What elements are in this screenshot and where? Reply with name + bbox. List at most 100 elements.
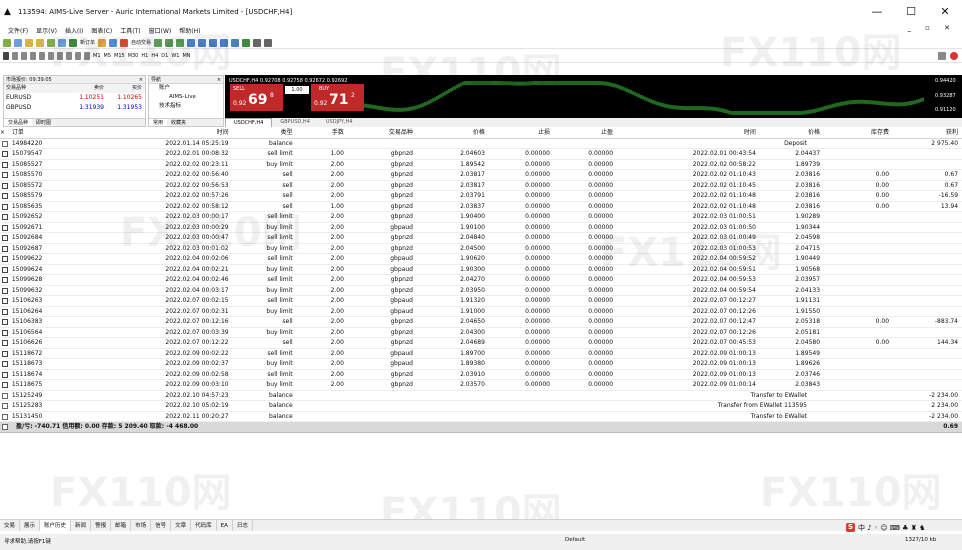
header-sl[interactable]: 止损 — [487, 128, 552, 138]
close-button[interactable]: ✕ — [928, 0, 962, 24]
header-order[interactable]: 订单 — [12, 128, 61, 138]
fibonacci-icon[interactable] — [57, 52, 63, 60]
table-row[interactable]: 15118673 2022.02.09 00:02:37 buy limit 2.00… — [0, 359, 962, 370]
ime-toolbar[interactable]: S 中 ♪ ◦ ☺ ⌨ ♣ ♜ ♞ — [846, 523, 925, 533]
table-row[interactable]: 15085579 2022.02.02 00:57:26 sell 2.00 gbpnz… — [0, 191, 962, 202]
menu-window[interactable]: 窗口(W) — [149, 26, 172, 35]
zoom-out-icon[interactable] — [198, 38, 207, 47]
nav-item-accounts[interactable]: 账户 — [159, 84, 223, 93]
tester-icon[interactable] — [58, 38, 66, 47]
terminal-close-icon[interactable]: × — [0, 128, 12, 138]
templates-icon[interactable] — [264, 38, 273, 47]
text-label-icon[interactable] — [75, 52, 81, 60]
table-row[interactable]: 15118675 2022.02.09 00:03:10 buy limit 2.00… — [0, 380, 962, 391]
timeframe-mn[interactable]: MN — [182, 53, 190, 59]
cursor-icon[interactable] — [3, 52, 9, 60]
close-icon[interactable]: × — [217, 76, 221, 84]
table-row[interactable]: 15125249 2022.02.10 04:57:23 balance -2 234… — [0, 391, 962, 401]
table-row[interactable]: 14984220 2022.01.14 05:25:19 balance 2 975.… — [0, 139, 962, 149]
trendline-icon[interactable] — [39, 52, 45, 60]
header-symbol[interactable]: 交易品种 — [346, 128, 415, 138]
terminal-tab[interactable]: 警报 — [91, 520, 112, 531]
header-tp[interactable]: 止盈 — [552, 128, 615, 138]
community-icon[interactable] — [950, 52, 958, 60]
table-row[interactable]: 15131450 2022.02.11 00:20:27 balance -2 234… — [0, 412, 962, 422]
terminal-tab[interactable]: 交易 — [0, 520, 21, 531]
bar-chart-icon[interactable] — [154, 38, 163, 47]
chart-shift-icon[interactable] — [231, 38, 240, 47]
signals-icon[interactable] — [109, 38, 118, 47]
terminal-tab[interactable]: 代码库 — [191, 520, 217, 531]
chart-tab-usdjpy[interactable]: USDJPY,H4 — [318, 118, 361, 127]
table-row[interactable]: 15092652 2022.02.03 00:00:17 sell limit 2.0… — [0, 212, 962, 223]
table-row[interactable]: 15125283 2022.02.10 05:02:19 balance 2 234.… — [0, 401, 962, 412]
header-close-price[interactable]: 价格 — [758, 128, 822, 138]
minimize-button[interactable]: — — [860, 0, 894, 24]
vertical-line-icon[interactable] — [21, 52, 27, 60]
tab-common[interactable]: 常用 — [149, 119, 168, 126]
header-swap[interactable]: 库存费 — [822, 128, 891, 138]
table-row[interactable]: 15106383 2022.02.07 00:12:16 sell 2.00 gbpnz… — [0, 317, 962, 328]
table-row[interactable]: 15106564 2022.02.07 00:03:39 buy limit 2.00… — [0, 328, 962, 338]
tab-symbols[interactable]: 交易品种 — [4, 119, 33, 126]
terminal-tab[interactable]: 日志 — [233, 520, 253, 531]
terminal-tab[interactable]: 账户历史 — [40, 520, 72, 531]
table-row[interactable]: 15106264 2022.02.07 00:02:31 buy limit 2.00… — [0, 307, 962, 317]
tile-windows-icon[interactable] — [209, 38, 218, 47]
terminal-tab[interactable]: 展示 — [20, 520, 41, 531]
table-row[interactable]: 15118674 2022.02.09 00:02:58 sell limit 2.0… — [0, 370, 962, 380]
nav-item-indicators[interactable]: 技术指标 — [159, 102, 223, 111]
terminal-tab[interactable]: 新闻 — [71, 520, 92, 531]
line-chart-icon[interactable] — [176, 38, 185, 47]
close-icon[interactable]: × — [139, 76, 143, 84]
header-profit[interactable]: 获利 — [891, 128, 962, 138]
profiles-icon[interactable] — [14, 38, 22, 47]
ime-icons[interactable]: 中 ♪ ◦ ☺ ⌨ ♣ ♜ ♞ — [858, 523, 925, 533]
arrows-icon[interactable] — [84, 52, 90, 60]
text-icon[interactable] — [66, 52, 72, 60]
buy-button[interactable]: BUY 0.92 71 2 — [311, 84, 364, 111]
tab-favorites[interactable]: 收藏夹 — [167, 119, 190, 126]
lot-input[interactable]: 1.00 — [285, 86, 309, 94]
header-type[interactable]: 类型 — [231, 128, 295, 138]
auto-trade-button[interactable]: 自动交易 — [131, 39, 151, 46]
metaeditor-icon[interactable] — [98, 38, 107, 47]
terminal-icon[interactable] — [47, 38, 55, 47]
timeframe-m1[interactable]: M1 — [93, 53, 101, 59]
menu-view[interactable]: 显示(V) — [36, 26, 57, 35]
menu-file[interactable]: 文件(F) — [8, 26, 28, 35]
col-ask[interactable]: 买价 — [104, 84, 142, 93]
table-row[interactable]: 15099628 2022.02.04 00:02:46 sell limit 2.0… — [0, 275, 962, 286]
table-row[interactable]: 15106626 2022.02.07 00:12:22 sell 2.00 gbpnz… — [0, 338, 962, 349]
candle-chart-icon[interactable] — [165, 38, 174, 47]
table-row[interactable]: 15079547 2022.02.01 00:08:32 sell limit 1.0… — [0, 149, 962, 160]
table-row[interactable]: 15099624 2022.02.04 00:02:21 buy limit 2.00… — [0, 265, 962, 275]
header-open-price[interactable]: 价格 — [415, 128, 487, 138]
market-watch-row[interactable]: GBPUSD 1.31939 1.31953 — [4, 103, 145, 113]
timeframe-m5[interactable]: M5 — [104, 53, 112, 59]
menu-insert[interactable]: 插入(I) — [65, 26, 83, 35]
periods-icon[interactable] — [253, 38, 262, 47]
timeframe-m30[interactable]: M30 — [128, 53, 139, 59]
header-close-time[interactable]: 时间 — [615, 128, 758, 138]
search-icon[interactable] — [938, 52, 946, 60]
crosshair-icon[interactable] — [12, 52, 18, 60]
col-bid[interactable]: 卖价 — [74, 84, 104, 93]
timeframe-h4[interactable]: H4 — [151, 53, 158, 59]
new-order-icon[interactable] — [69, 38, 77, 47]
chart-tab-gbpusd[interactable]: GBPUSD,H4 — [272, 118, 318, 127]
market-watch-row[interactable]: EURUSD 1.10251 1.10265 — [4, 93, 145, 103]
zoom-in-icon[interactable] — [187, 38, 196, 47]
scroll-chart-icon[interactable] — [220, 38, 229, 47]
terminal-tab[interactable]: 市场 — [131, 520, 152, 531]
sell-button[interactable]: SELL 0.92 69 8 — [230, 84, 283, 111]
maximize-button[interactable]: ☐ — [894, 0, 928, 24]
timeframe-h1[interactable]: H1 — [141, 53, 148, 59]
new-order-button[interactable]: 新订单 — [80, 39, 95, 46]
auto-trade-icon[interactable] — [120, 38, 129, 47]
table-row[interactable]: 15092671 2022.02.03 00:00:29 buy limit 2.00… — [0, 223, 962, 233]
menu-tools[interactable]: 工具(T) — [120, 26, 140, 35]
timeframe-d1[interactable]: D1 — [161, 53, 168, 59]
table-row[interactable]: 15092684 2022.02.03 00:00:47 sell limit 2.0… — [0, 233, 962, 244]
table-row[interactable]: 15085527 2022.02.02 00:23:11 buy limit 2.00… — [0, 160, 962, 170]
